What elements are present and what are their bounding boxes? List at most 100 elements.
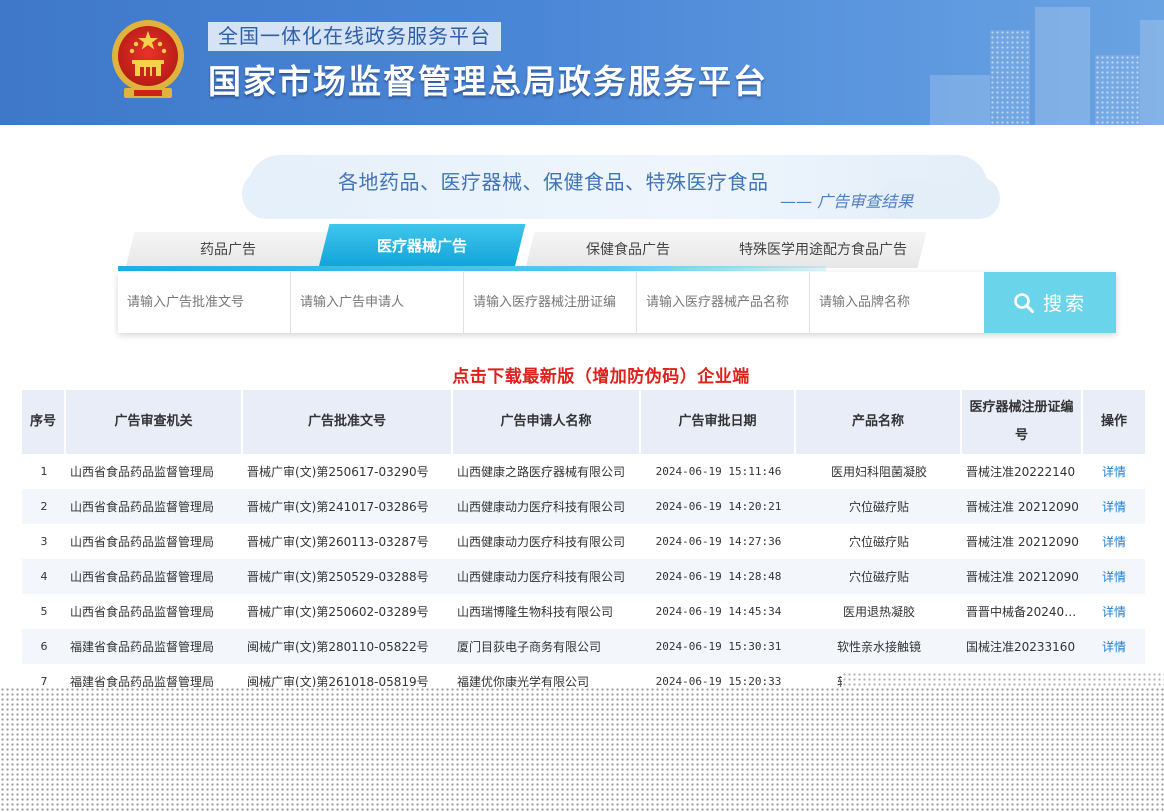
cell-operation: 详情 <box>1083 629 1145 664</box>
detail-link[interactable]: 详情 <box>1102 500 1126 514</box>
cell-registration-number: 晋械注准 20212090 <box>962 489 1083 524</box>
detail-link[interactable]: 详情 <box>1102 605 1126 619</box>
cell-date: 2024-06-19 14:20:21 <box>641 489 796 524</box>
table-row: 6 福建省食品药品监督管理局 闽械广审(文)第280110-05822号 厦门目… <box>22 629 1145 664</box>
national-emblem-icon <box>112 20 184 98</box>
applicant-input[interactable] <box>291 272 464 333</box>
header-approval-date: 广告审批日期 <box>641 390 796 454</box>
table-row: 3 山西省食品药品监督管理局 晋械广审(文)第260113-03287号 山西健… <box>22 524 1145 559</box>
detail-link[interactable]: 详情 <box>1102 640 1126 654</box>
cell-operation: 详情 <box>1083 524 1145 559</box>
tab-medical-device-ads[interactable]: 医疗器械广告 <box>318 224 526 268</box>
cell-approval-number: 晋械广审(文)第250602-03289号 <box>243 594 453 629</box>
header-registration-number: 医疗器械注册证编号 <box>962 390 1083 454</box>
tab-underline <box>118 266 826 271</box>
section-subheading: —— 广告审查结果 <box>780 192 914 211</box>
tab-health-food-ads[interactable]: 保健食品广告 <box>525 232 731 268</box>
banner-building-decor <box>990 30 1030 125</box>
cell-registration-number: 国械注准20233160 <box>962 629 1083 664</box>
table-row: 5 山西省食品药品监督管理局 晋械广审(文)第250602-03289号 山西瑞… <box>22 594 1145 629</box>
cell-agency: 福建省食品药品监督管理局 <box>66 629 243 664</box>
table-row: 4 山西省食品药品监督管理局 晋械广审(文)第250529-03288号 山西健… <box>22 559 1145 594</box>
cell-approval-number: 晋械广审(文)第250529-03288号 <box>243 559 453 594</box>
tab-label: 药品广告 <box>200 242 256 258</box>
download-client-link[interactable]: 点击下载最新版（增加防伪码）企业端 <box>0 362 1164 387</box>
cell-product: 穴位磁疗贴 <box>796 489 962 524</box>
results-table: 序号 广告审查机关 广告批准文号 广告申请人名称 广告审批日期 产品名称 医疗器… <box>22 390 1145 699</box>
tab-label: 特殊医学用途配方食品广告 <box>739 242 907 258</box>
cell-registration-number: 晋晋中械备20240010号 <box>962 594 1083 629</box>
cell-operation: 详情 <box>1083 489 1145 524</box>
header-product-name: 产品名称 <box>796 390 962 454</box>
cell-no: 1 <box>22 454 66 489</box>
cell-applicant: 山西健康之路医疗器械有限公司 <box>453 454 641 489</box>
cell-approval-number: 晋械广审(文)第250617-03290号 <box>243 454 453 489</box>
cell-agency: 山西省食品药品监督管理局 <box>66 594 243 629</box>
cell-registration-number: 晋械注准 20212090 <box>962 524 1083 559</box>
cell-approval-number: 晋械广审(文)第260113-03287号 <box>243 524 453 559</box>
cell-operation: 详情 <box>1083 454 1145 489</box>
header-banner: 全国一体化在线政务服务平台 国家市场监督管理总局政务服务平台 <box>0 0 1164 125</box>
banner-building-decor <box>930 75 990 125</box>
cell-no: 4 <box>22 559 66 594</box>
header-operation: 操作 <box>1083 390 1145 454</box>
cell-product: 医用退热凝胶 <box>796 594 962 629</box>
cell-operation: 详情 <box>1083 594 1145 629</box>
header-applicant: 广告申请人名称 <box>453 390 641 454</box>
category-tabs: 药品广告 医疗器械广告 保健食品广告 特殊医学用途配方食品广告 <box>118 224 1018 272</box>
detail-link[interactable]: 详情 <box>1102 535 1126 549</box>
cell-agency: 山西省食品药品监督管理局 <box>66 524 243 559</box>
table-row: 1 山西省食品药品监督管理局 晋械广审(文)第250617-03290号 山西健… <box>22 454 1145 489</box>
cell-no: 5 <box>22 594 66 629</box>
brand-name-input[interactable] <box>810 272 984 333</box>
cell-date: 2024-06-19 14:28:48 <box>641 559 796 594</box>
cell-agency: 山西省食品药品监督管理局 <box>66 489 243 524</box>
tab-label: 医疗器械广告 <box>376 237 467 255</box>
cell-agency: 山西省食品药品监督管理局 <box>66 454 243 489</box>
detail-link[interactable]: 详情 <box>1102 465 1126 479</box>
cell-no: 2 <box>22 489 66 524</box>
cell-date: 2024-06-19 14:27:36 <box>641 524 796 559</box>
cell-registration-number: 晋械注准20222140 <box>962 454 1083 489</box>
loading-overlay <box>842 672 1164 687</box>
cell-product: 穴位磁疗贴 <box>796 559 962 594</box>
cell-no: 3 <box>22 524 66 559</box>
cell-applicant: 山西健康动力医疗科技有限公司 <box>453 524 641 559</box>
cell-applicant: 山西健康动力医疗科技有限公司 <box>453 489 641 524</box>
cell-date: 2024-06-19 15:11:46 <box>641 454 796 489</box>
cell-applicant: 山西健康动力医疗科技有限公司 <box>453 559 641 594</box>
cell-product: 软性亲水接触镜 <box>796 629 962 664</box>
banner-building-decor <box>1035 7 1090 125</box>
header-approval-number: 广告批准文号 <box>243 390 453 454</box>
table-header-row: 序号 广告审查机关 广告批准文号 广告申请人名称 广告审批日期 产品名称 医疗器… <box>22 390 1145 454</box>
platform-subtitle: 全国一体化在线政务服务平台 <box>208 22 501 51</box>
site-title: 国家市场监督管理总局政务服务平台 <box>208 62 768 101</box>
cell-approval-number: 闽械广审(文)第280110-05822号 <box>243 629 453 664</box>
approval-number-input[interactable] <box>118 272 291 333</box>
header-no: 序号 <box>22 390 66 454</box>
cell-registration-number: 晋械注准 20212090 <box>962 559 1083 594</box>
registration-number-input[interactable] <box>464 272 637 333</box>
cell-date: 2024-06-19 15:30:31 <box>641 629 796 664</box>
cell-no: 6 <box>22 629 66 664</box>
product-name-input[interactable] <box>637 272 810 333</box>
search-button-label: 搜索 <box>1042 293 1087 315</box>
cell-operation: 详情 <box>1083 559 1145 594</box>
table-row: 2 山西省食品药品监督管理局 晋械广审(文)第241017-03286号 山西健… <box>22 489 1145 524</box>
search-icon <box>1014 292 1034 313</box>
cell-product: 穴位磁疗贴 <box>796 524 962 559</box>
cell-applicant: 山西瑞博隆生物科技有限公司 <box>453 594 641 629</box>
header-agency: 广告审查机关 <box>66 390 243 454</box>
search-bar: 搜索 <box>118 272 1116 333</box>
tab-special-medical-food-ads[interactable]: 特殊医学用途配方食品广告 <box>719 232 927 268</box>
detail-link[interactable]: 详情 <box>1102 570 1126 584</box>
banner-building-decor <box>1140 20 1164 125</box>
tab-label: 保健食品广告 <box>586 242 670 258</box>
cell-date: 2024-06-19 14:45:34 <box>641 594 796 629</box>
tab-drug-ads[interactable]: 药品广告 <box>125 232 331 268</box>
cell-approval-number: 晋械广审(文)第241017-03286号 <box>243 489 453 524</box>
search-button[interactable]: 搜索 <box>984 272 1116 333</box>
cell-applicant: 厦门目荻电子商务有限公司 <box>453 629 641 664</box>
section-heading: 各地药品、医疗器械、保健食品、特殊医疗食品 <box>338 170 769 194</box>
loading-overlay <box>0 687 1164 812</box>
